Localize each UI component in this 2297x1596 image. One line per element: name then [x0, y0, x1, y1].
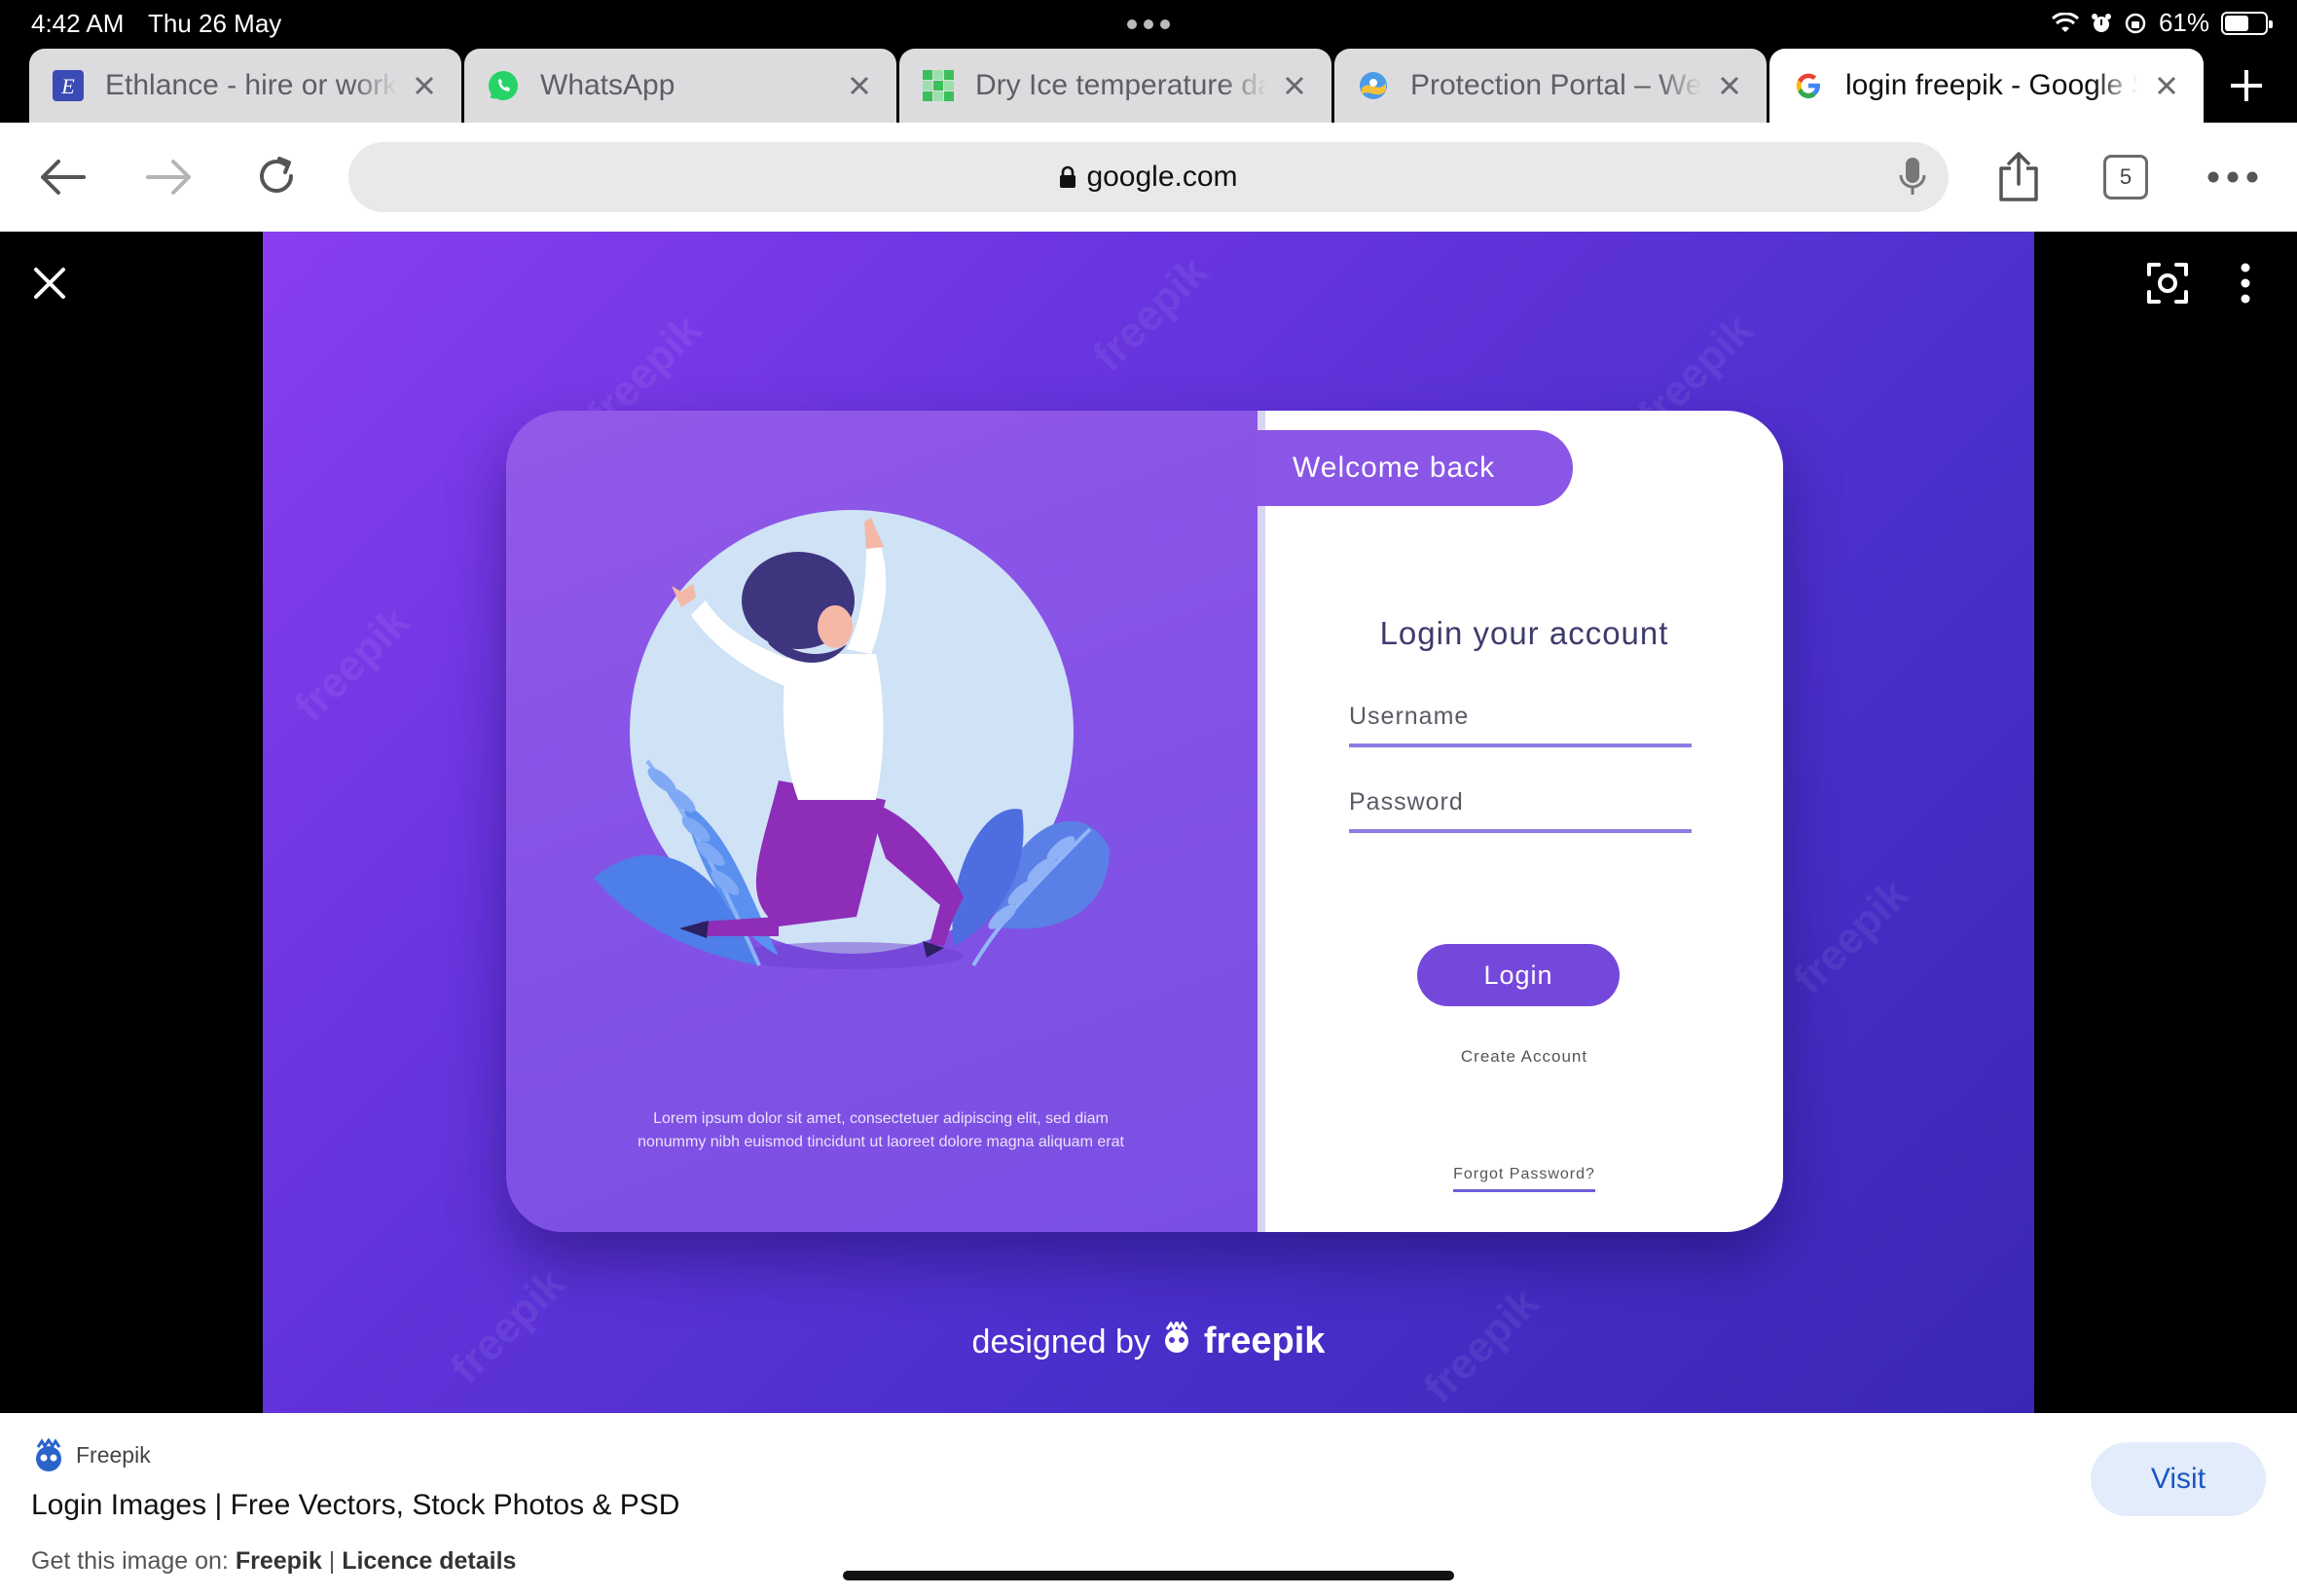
- welcome-banner: Welcome back: [1258, 430, 1573, 506]
- login-heading: Login your account: [1379, 615, 1669, 651]
- close-icon[interactable]: [27, 261, 72, 306]
- home-indicator[interactable]: [843, 1571, 1454, 1580]
- password-input[interactable]: [1349, 765, 1692, 829]
- description-line: Lorem ipsum dolor sit amet, consectetuer…: [653, 1110, 1109, 1127]
- result-title[interactable]: Login Images | Free Vectors, Stock Photo…: [31, 1489, 679, 1522]
- svg-text:E: E: [60, 74, 75, 98]
- tab-dry-ice[interactable]: Dry Ice temperature data: [899, 49, 1331, 123]
- separator: |: [328, 1547, 336, 1575]
- forgot-password-label: Forgot Password?: [1453, 1166, 1595, 1192]
- watermark: freepik: [285, 598, 419, 731]
- source-name[interactable]: Freepik: [76, 1442, 151, 1469]
- jumping-woman-illustration: [594, 510, 1110, 969]
- address-bar[interactable]: google.com: [348, 142, 1949, 212]
- status-time: 4:42 AM: [31, 9, 125, 38]
- dry-ice-icon: [921, 68, 956, 103]
- preview-image[interactable]: freepik freepik freepik freepik freepik …: [263, 232, 2034, 1413]
- share-button[interactable]: [1991, 150, 2046, 204]
- card-form-panel: Welcome back Login your account Login Cr…: [1258, 411, 1783, 1232]
- freepik-logo-icon: [1165, 1319, 1189, 1353]
- credit-brand: freepik: [1203, 1321, 1326, 1361]
- close-tab-icon[interactable]: [842, 68, 877, 103]
- close-tab-icon[interactable]: [1277, 68, 1312, 103]
- card-description: Lorem ipsum dolor sit amet, consectetuer…: [565, 1107, 1197, 1154]
- login-button[interactable]: Login: [1417, 944, 1620, 1006]
- ethlance-icon: E: [51, 68, 86, 103]
- google-icon: [1791, 68, 1826, 103]
- close-tab-icon[interactable]: [407, 68, 442, 103]
- more-vertical-icon[interactable]: [2231, 261, 2260, 306]
- password-field[interactable]: [1349, 765, 1692, 833]
- share-icon: [1999, 152, 2038, 201]
- reload-button[interactable]: [249, 150, 304, 204]
- orientation-lock-icon: [2125, 13, 2146, 33]
- whatsapp-icon: [486, 68, 521, 103]
- lock-icon: [1060, 165, 1076, 188]
- username-input[interactable]: [1349, 679, 1692, 744]
- reload-icon: [260, 157, 293, 193]
- get-image-line: Get this image on: Freepik | Licence det…: [31, 1547, 516, 1576]
- get-image-prefix: Get this image on:: [31, 1547, 229, 1575]
- forgot-password-link[interactable]: Forgot Password?: [1265, 1166, 1783, 1192]
- tab-title: Dry Ice temperature data: [975, 69, 1267, 101]
- microphone-icon[interactable]: [1898, 156, 1927, 199]
- tab-title: login freepik - Google Se: [1845, 69, 2137, 101]
- tab-bar: E Ethlance - hire or work f WhatsApp Dry…: [0, 49, 2297, 123]
- screen: 4:42 AM Thu 26 May 61% E Ethlance - hire…: [0, 0, 2297, 1596]
- status-icons: 61%: [2051, 8, 2273, 38]
- browser-toolbar: google.com 5: [0, 123, 2297, 232]
- battery-icon: [2221, 11, 2273, 35]
- arrow-left-icon: [41, 160, 86, 195]
- tab-google-search[interactable]: login freepik - Google Se: [1769, 49, 2204, 123]
- tab-title: Ethlance - hire or work f: [105, 69, 397, 101]
- close-tab-icon[interactable]: [2149, 68, 2184, 103]
- more-menu-button[interactable]: [2206, 150, 2260, 204]
- watermark: freepik: [1784, 870, 1918, 1003]
- description-line: nonummy nibh euismod tincidunt ut laoree…: [638, 1134, 1124, 1150]
- get-image-source-link[interactable]: Freepik: [236, 1547, 322, 1575]
- tab-ethlance[interactable]: E Ethlance - hire or work f: [29, 49, 461, 123]
- tab-switcher-button[interactable]: 5: [2098, 150, 2153, 204]
- forward-button[interactable]: [142, 150, 197, 204]
- status-bar: 4:42 AM Thu 26 May 61%: [0, 0, 2297, 49]
- username-field[interactable]: [1349, 679, 1692, 747]
- freepik-source-icon: [36, 1438, 61, 1471]
- tab-count: 5: [2103, 155, 2148, 200]
- battery-percent: 61%: [2158, 8, 2209, 37]
- status-date: Thu 26 May: [148, 9, 282, 38]
- tab-title: Protection Portal – We I: [1410, 69, 1702, 101]
- login-card: Lorem ipsum dolor sit amet, consectetuer…: [506, 411, 1783, 1232]
- close-tab-icon[interactable]: [1712, 68, 1747, 103]
- address-host-wrap: google.com: [348, 161, 1949, 194]
- tab-title: WhatsApp: [540, 69, 675, 101]
- image-viewer: freepik freepik freepik freepik freepik …: [0, 232, 2297, 1413]
- protection-portal-icon: [1356, 68, 1391, 103]
- tab-protection-portal[interactable]: Protection Portal – We I: [1334, 49, 1767, 123]
- visit-button[interactable]: Visit: [2091, 1442, 2266, 1516]
- google-lens-icon[interactable]: [2145, 261, 2190, 306]
- more-horizontal-icon: [2207, 171, 2258, 183]
- create-account-link[interactable]: Create Account: [1265, 1047, 1783, 1067]
- tab-whatsapp[interactable]: WhatsApp: [464, 49, 896, 123]
- arrow-right-icon: [146, 160, 191, 195]
- image-credit: designed by freepik: [263, 1319, 2034, 1362]
- image-result-panel: Freepik Login Images | Free Vectors, Sto…: [0, 1413, 2297, 1596]
- card-illustration-panel: Lorem ipsum dolor sit amet, consectetuer…: [506, 411, 1258, 1232]
- watermark: freepik: [1083, 247, 1218, 381]
- new-tab-icon[interactable]: [2219, 58, 2274, 113]
- alarm-icon: [2091, 13, 2111, 32]
- url-text: google.com: [1086, 161, 1238, 193]
- back-button[interactable]: [35, 150, 90, 204]
- licence-details-link[interactable]: Licence details: [342, 1547, 516, 1575]
- credit-prefix: designed by: [971, 1324, 1150, 1360]
- wifi-icon: [2051, 12, 2079, 32]
- multitasking-dots[interactable]: [1127, 19, 1170, 29]
